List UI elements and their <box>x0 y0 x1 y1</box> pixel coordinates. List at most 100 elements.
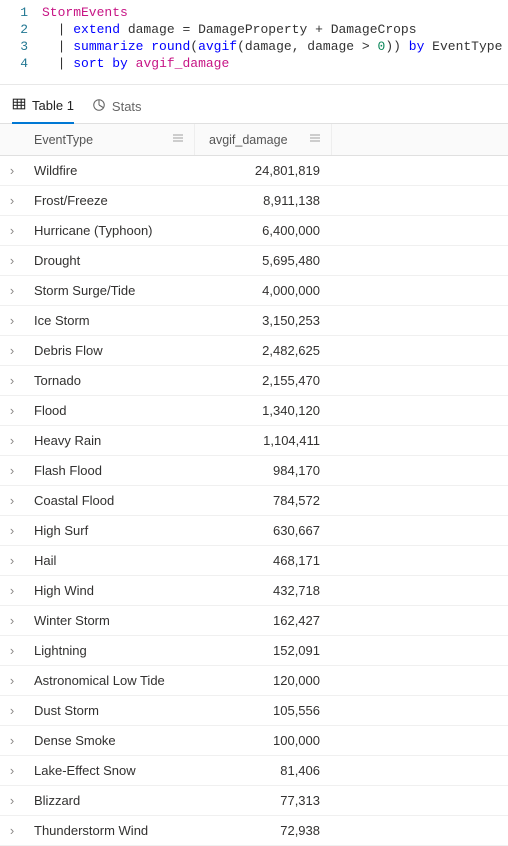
cell-avgif-damage: 630,667 <box>194 516 330 545</box>
cell-eventtype: Wildfire <box>24 156 194 185</box>
column-menu-icon[interactable] <box>172 132 184 147</box>
column-header-eventtype[interactable]: EventType <box>24 124 195 155</box>
line-number: 2 <box>0 21 42 38</box>
table-row[interactable]: ›Heavy Rain1,104,411 <box>0 426 508 456</box>
table-row[interactable]: ›Dense Smoke100,000 <box>0 726 508 756</box>
expand-row-button[interactable]: › <box>0 216 24 245</box>
table-row[interactable]: ›Thunderstorm Wind72,938 <box>0 816 508 846</box>
expand-row-button[interactable]: › <box>0 816 24 845</box>
chevron-right-icon: › <box>10 283 14 298</box>
expand-row-button[interactable]: › <box>0 396 24 425</box>
table-row[interactable]: ›Wildfire24,801,819 <box>0 156 508 186</box>
table-icon <box>12 97 26 114</box>
code-content[interactable]: | extend damage = DamageProperty + Damag… <box>42 21 417 38</box>
tab-table[interactable]: Table 1 <box>12 97 74 124</box>
chevron-right-icon: › <box>10 493 14 508</box>
code-content[interactable]: | sort by avgif_damage <box>42 55 229 72</box>
table-row[interactable]: ›Flash Flood984,170 <box>0 456 508 486</box>
chevron-right-icon: › <box>10 523 14 538</box>
table-row[interactable]: ›Storm Surge/Tide4,000,000 <box>0 276 508 306</box>
tab-table-label: Table 1 <box>32 98 74 113</box>
table-row[interactable]: › High Surf630,667 <box>0 516 508 546</box>
table-row[interactable]: ›Drought5,695,480 <box>0 246 508 276</box>
chevron-right-icon: › <box>10 583 14 598</box>
table-row[interactable]: ›Astronomical Low Tide120,000 <box>0 666 508 696</box>
expand-row-button[interactable]: › <box>0 246 24 275</box>
cell-avgif-damage: 8,911,138 <box>194 186 330 215</box>
cell-eventtype: High Surf <box>24 516 194 545</box>
table-row[interactable]: ›High Wind432,718 <box>0 576 508 606</box>
cell-avgif-damage: 77,313 <box>194 786 330 815</box>
cell-avgif-damage: 468,171 <box>194 546 330 575</box>
chevron-right-icon: › <box>10 703 14 718</box>
line-number: 4 <box>0 55 42 72</box>
column-header-avgif-damage[interactable]: avgif_damage <box>195 124 332 155</box>
expand-row-button[interactable]: › <box>0 486 24 515</box>
table-row[interactable]: ›Tornado2,155,470 <box>0 366 508 396</box>
cell-eventtype: Lightning <box>24 636 194 665</box>
table-row[interactable]: ›Dust Storm105,556 <box>0 696 508 726</box>
editor-line[interactable]: 1StormEvents <box>0 4 508 21</box>
chevron-right-icon: › <box>10 193 14 208</box>
expand-row-button[interactable]: › <box>0 666 24 695</box>
cell-avgif-damage: 1,340,120 <box>194 396 330 425</box>
chevron-right-icon: › <box>10 793 14 808</box>
editor-line[interactable]: 3 | summarize round(avgif(damage, damage… <box>0 38 508 55</box>
chevron-right-icon: › <box>10 733 14 748</box>
cell-eventtype: Dust Storm <box>24 696 194 725</box>
cell-avgif-damage: 120,000 <box>194 666 330 695</box>
expand-row-button[interactable]: › <box>0 516 24 545</box>
table-row[interactable]: ›Flood1,340,120 <box>0 396 508 426</box>
cell-eventtype: Storm Surge/Tide <box>24 276 194 305</box>
column-label: EventType <box>34 133 93 147</box>
expand-row-button[interactable]: › <box>0 276 24 305</box>
chevron-right-icon: › <box>10 433 14 448</box>
table-row[interactable]: ›Lightning152,091 <box>0 636 508 666</box>
line-number: 1 <box>0 4 42 21</box>
query-editor[interactable]: 1StormEvents2 | extend damage = DamagePr… <box>0 0 508 85</box>
cell-eventtype: Ice Storm <box>24 306 194 335</box>
tab-stats[interactable]: Stats <box>92 97 142 123</box>
cell-eventtype: Winter Storm <box>24 606 194 635</box>
editor-line[interactable]: 2 | extend damage = DamageProperty + Dam… <box>0 21 508 38</box>
column-label: avgif_damage <box>209 133 288 147</box>
expand-row-button[interactable]: › <box>0 306 24 335</box>
expand-row-button[interactable]: › <box>0 696 24 725</box>
table-row[interactable]: ›Frost/Freeze8,911,138 <box>0 186 508 216</box>
cell-eventtype: Lake-Effect Snow <box>24 756 194 785</box>
chevron-right-icon: › <box>10 223 14 238</box>
cell-avgif-damage: 984,170 <box>194 456 330 485</box>
column-menu-icon[interactable] <box>309 132 321 147</box>
expand-row-button[interactable]: › <box>0 636 24 665</box>
expand-row-button[interactable]: › <box>0 186 24 215</box>
table-row[interactable]: ›Lake-Effect Snow81,406 <box>0 756 508 786</box>
expand-column-header <box>0 124 24 155</box>
cell-avgif-damage: 72,938 <box>194 816 330 845</box>
table-row[interactable]: ›Winter Storm162,427 <box>0 606 508 636</box>
expand-row-button[interactable]: › <box>0 156 24 185</box>
expand-row-button[interactable]: › <box>0 606 24 635</box>
expand-row-button[interactable]: › <box>0 366 24 395</box>
expand-row-button[interactable]: › <box>0 786 24 815</box>
cell-eventtype: Flood <box>24 396 194 425</box>
expand-row-button[interactable]: › <box>0 426 24 455</box>
chevron-right-icon: › <box>10 823 14 838</box>
expand-row-button[interactable]: › <box>0 576 24 605</box>
table-row[interactable]: ›Hail468,171 <box>0 546 508 576</box>
table-row[interactable]: ›Ice Storm3,150,253 <box>0 306 508 336</box>
table-row[interactable]: ›Hurricane (Typhoon)6,400,000 <box>0 216 508 246</box>
expand-row-button[interactable]: › <box>0 546 24 575</box>
table-row[interactable]: ›Debris Flow2,482,625 <box>0 336 508 366</box>
expand-row-button[interactable]: › <box>0 456 24 485</box>
cell-avgif-damage: 784,572 <box>194 486 330 515</box>
table-row[interactable]: ›Blizzard77,313 <box>0 786 508 816</box>
code-content[interactable]: | summarize round(avgif(damage, damage >… <box>42 38 502 55</box>
table-row[interactable]: ›Coastal Flood784,572 <box>0 486 508 516</box>
code-content[interactable]: StormEvents <box>42 4 128 21</box>
result-tabs: Table 1 Stats <box>0 85 508 124</box>
line-number: 3 <box>0 38 42 55</box>
expand-row-button[interactable]: › <box>0 726 24 755</box>
expand-row-button[interactable]: › <box>0 756 24 785</box>
editor-line[interactable]: 4 | sort by avgif_damage <box>0 55 508 72</box>
expand-row-button[interactable]: › <box>0 336 24 365</box>
